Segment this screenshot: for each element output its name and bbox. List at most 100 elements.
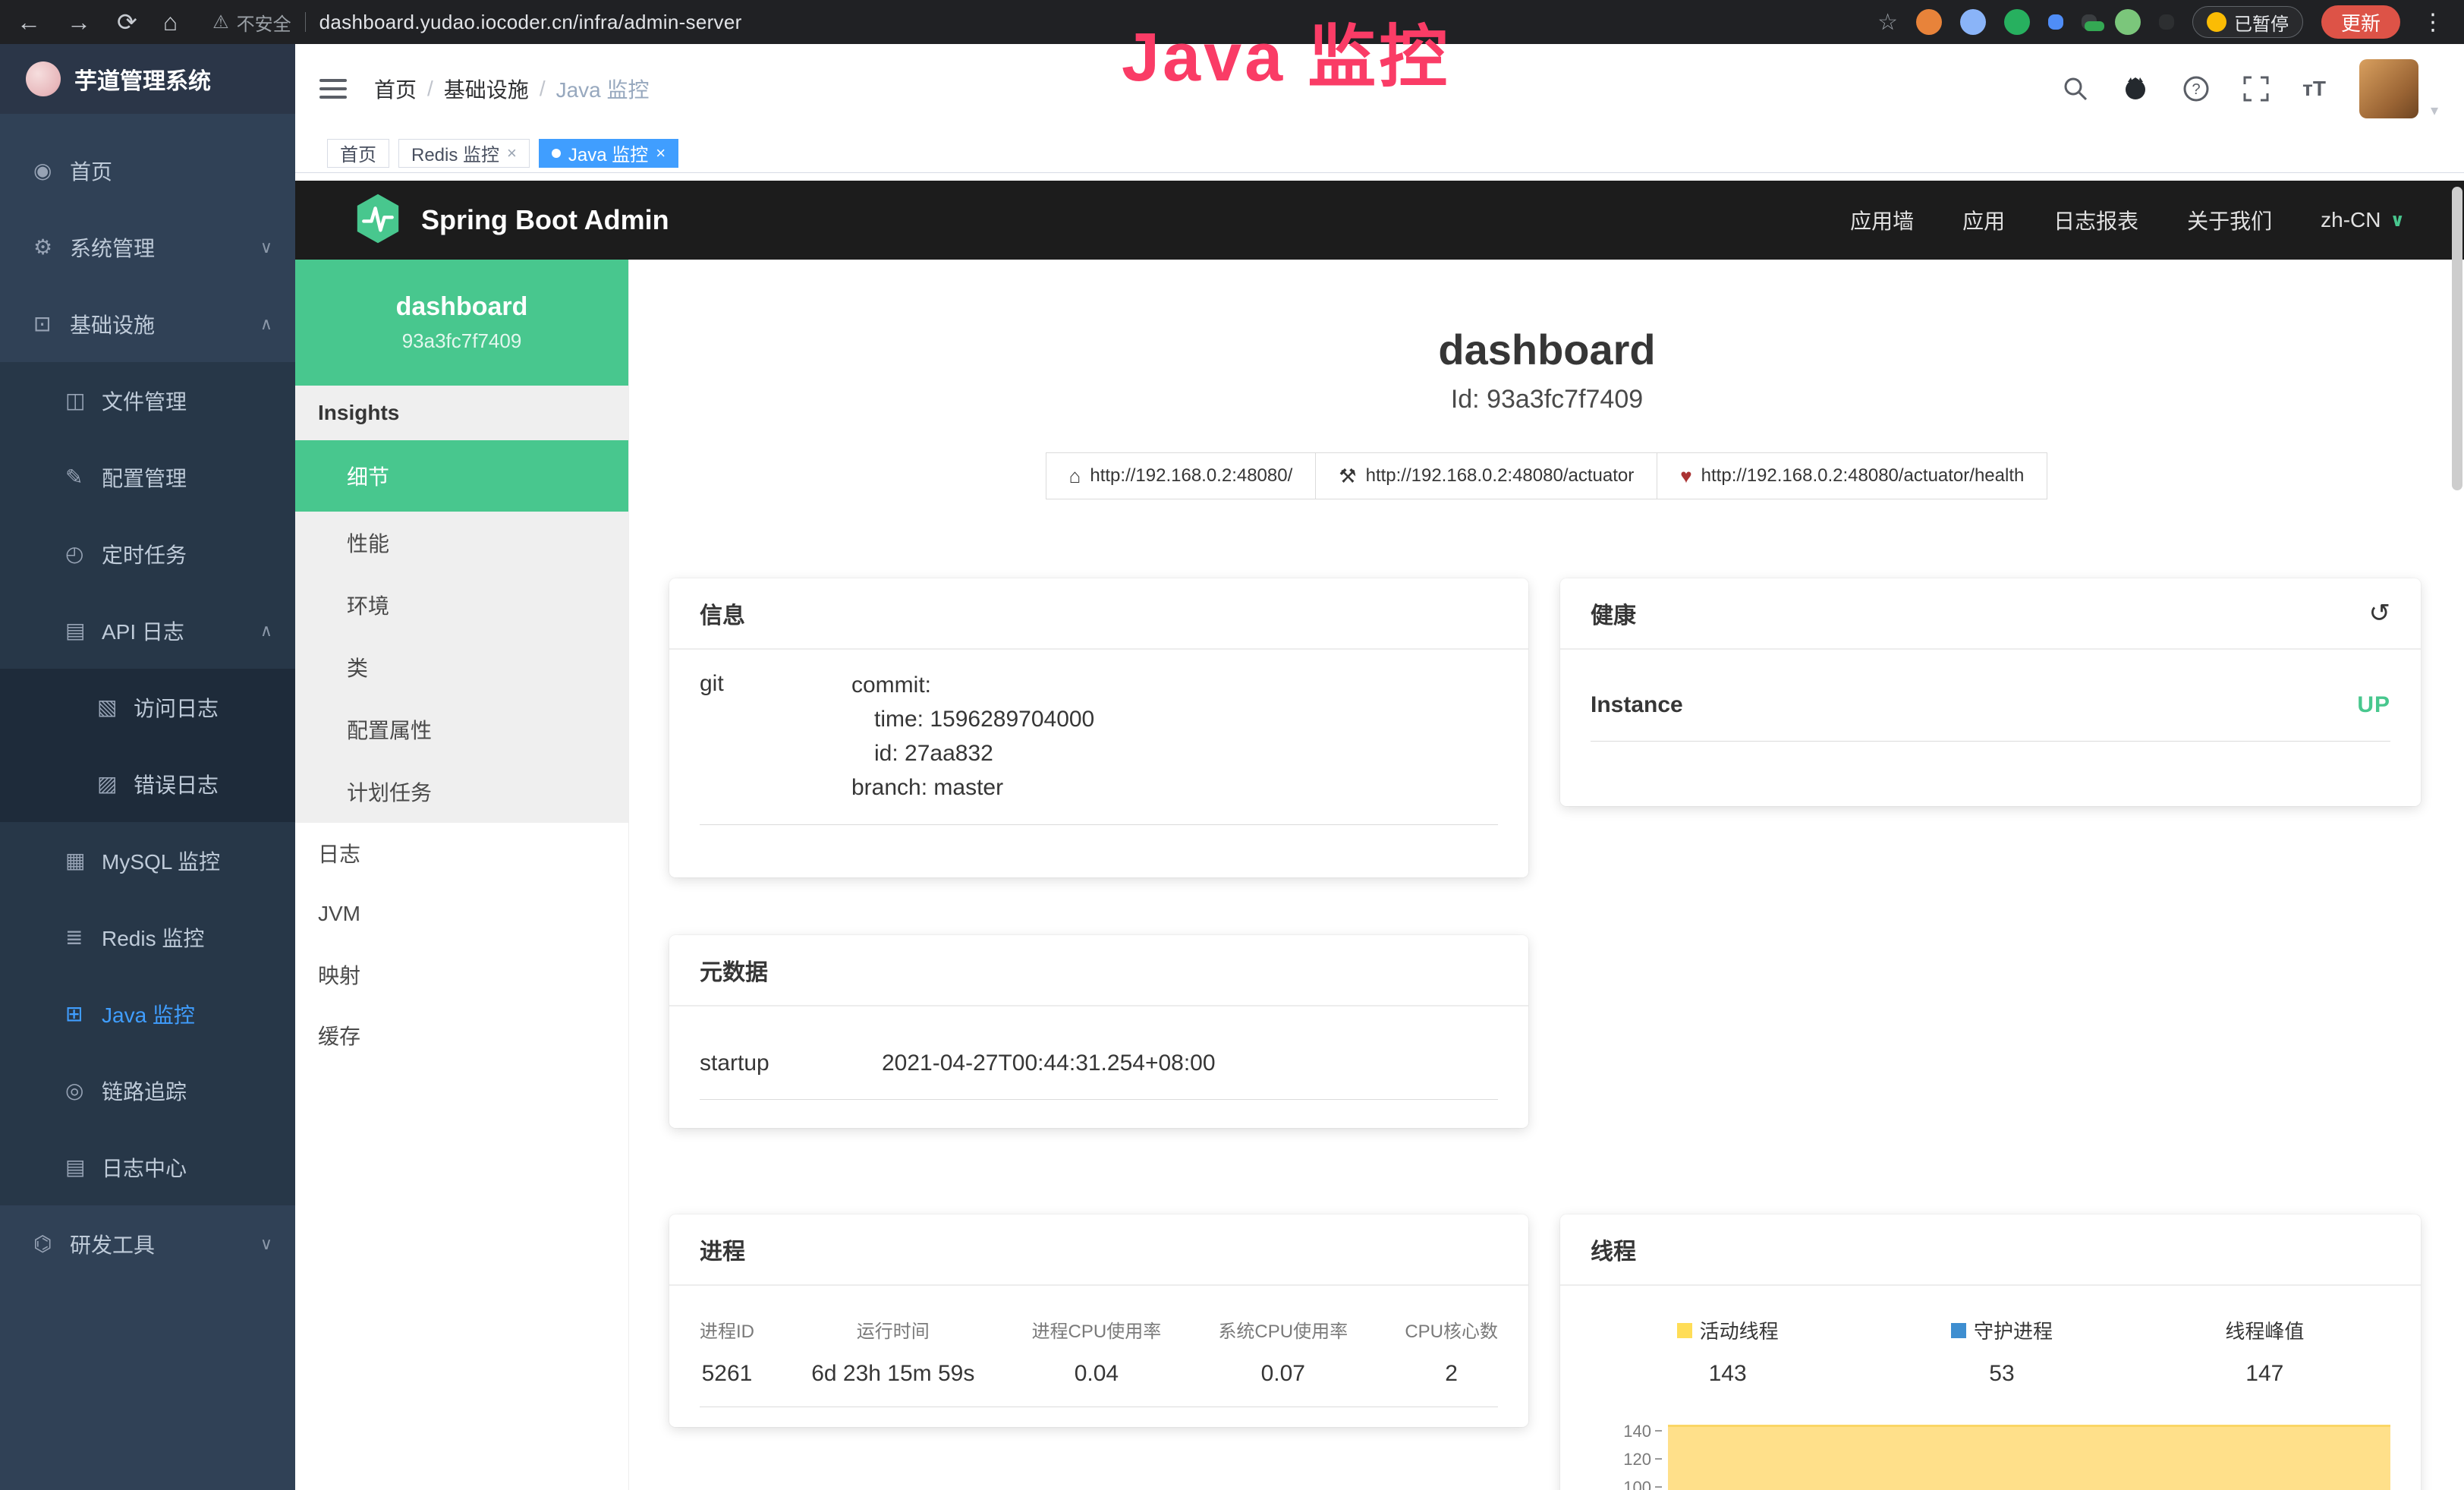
tab-home[interactable]: 首页: [327, 139, 389, 168]
gear-icon: ⚙: [33, 235, 70, 260]
tab-label: Java 监控: [568, 140, 648, 166]
metadata-row: startup 2021-04-27T00:44:31.254+08:00: [700, 1051, 1498, 1100]
trace-icon: ◎: [65, 1078, 102, 1103]
home-button[interactable]: ⌂: [163, 8, 178, 36]
health-row[interactable]: Instance UP: [1591, 692, 2390, 742]
sidebar-item-home[interactable]: ◉ 首页: [0, 132, 295, 209]
sidebar-item-label: API 日志: [102, 616, 184, 646]
tab-redis[interactable]: Redis 监控 ×: [398, 139, 530, 168]
side-item-environment[interactable]: 环境: [295, 574, 628, 636]
sidebar-item-error-log[interactable]: ▨ 错误日志: [0, 745, 295, 822]
sidebar-item-devtools[interactable]: ⌬ 研发工具 ∨: [0, 1205, 295, 1282]
font-size-icon[interactable]: тT: [2302, 77, 2326, 101]
back-button[interactable]: ←: [17, 8, 41, 36]
forward-button[interactable]: →: [67, 8, 91, 36]
legend-item-peak: 线程峰值 147: [2225, 1316, 2304, 1387]
side-item-logs[interactable]: 日志: [295, 823, 628, 884]
sidebar-item-java[interactable]: ⊞ Java 监控: [0, 975, 295, 1052]
chevron-down-icon: ∨: [260, 1234, 272, 1254]
process-col-value: 0.07: [1218, 1361, 1348, 1387]
sba-nav-wallboard[interactable]: 应用墙: [1850, 205, 1914, 235]
sba-nav-journal[interactable]: 日志报表: [2053, 205, 2138, 235]
tab-java[interactable]: Java 监控 ×: [539, 139, 678, 168]
legend-item-active: 活动线程 143: [1677, 1316, 1779, 1387]
side-item-classes[interactable]: 类: [295, 636, 628, 698]
sba-nav-applications[interactable]: 应用: [1962, 205, 2005, 235]
sidebar-item-api-log[interactable]: ▤ API 日志 ∧: [0, 592, 295, 669]
side-item-caches[interactable]: 缓存: [295, 1005, 628, 1066]
sba-frame: Spring Boot Admin 应用墙 应用 日志报表 关于我们 zh-CN…: [295, 173, 2464, 1490]
github-icon[interactable]: [2122, 76, 2149, 102]
sidebar-item-cron[interactable]: ◴ 定时任务: [0, 515, 295, 592]
extension-icon[interactable]: [2048, 14, 2063, 30]
fullscreen-icon[interactable]: [2243, 76, 2269, 102]
process-col-value: 6d 23h 15m 59s: [811, 1361, 974, 1387]
tabs-view: 首页 Redis 监控 × Java 监控 ×: [295, 134, 2464, 173]
extension-icon[interactable]: [1960, 9, 1986, 35]
breadcrumb-section[interactable]: 基础设施: [444, 74, 529, 104]
card-title: 元数据: [700, 953, 768, 987]
side-item-jvm[interactable]: JVM: [295, 884, 628, 944]
heart-icon: ♥: [1680, 465, 1691, 488]
metadata-value: 2021-04-27T00:44:31.254+08:00: [882, 1051, 1216, 1076]
side-item-scheduled-tasks[interactable]: 计划任务: [295, 761, 628, 823]
insights-label: Insights: [295, 386, 628, 440]
sidebar-item-label: 首页: [70, 156, 112, 186]
scrollbar[interactable]: [2452, 187, 2462, 490]
extension-icon[interactable]: [2159, 14, 2174, 30]
sidebar-item-system[interactable]: ⚙ 系统管理 ∨: [0, 209, 295, 285]
extension-icon[interactable]: [2082, 14, 2097, 30]
bookmark-star-icon[interactable]: ☆: [1877, 9, 1898, 36]
info-line: time: 1596289704000: [851, 702, 1094, 736]
breadcrumb-home[interactable]: 首页: [374, 74, 417, 104]
tab-label: Redis 监控: [411, 140, 499, 166]
instance-header[interactable]: dashboard 93a3fc7f7409: [295, 260, 628, 386]
info-row-git: git commit: time: 1596289704000 id: 27aa…: [700, 668, 1498, 825]
sba-nav-about[interactable]: 关于我们: [2187, 205, 2272, 235]
log-center-icon: ▤: [65, 1155, 102, 1180]
address-bar[interactable]: ⚠ 不安全 dashboard.yudao.iocoder.cn/infra/a…: [212, 9, 741, 36]
search-icon[interactable]: [2063, 76, 2088, 102]
close-icon[interactable]: ×: [656, 143, 666, 163]
dashboard-icon: ◉: [33, 158, 70, 183]
hamburger-icon[interactable]: [319, 77, 347, 100]
sba-main: dashboard Id: 93a3fc7f7409 ⌂ http://192.…: [630, 260, 2464, 1490]
sidebar-item-config[interactable]: ✎ 配置管理: [0, 439, 295, 515]
sidebar-item-mysql[interactable]: ▦ MySQL 监控: [0, 822, 295, 899]
y-tick: 120: [1591, 1445, 1651, 1473]
side-item-details[interactable]: 细节: [295, 440, 628, 512]
extension-icon[interactable]: [1916, 9, 1942, 35]
paused-badge[interactable]: 已暂停: [2192, 6, 2303, 38]
browser-menu-button[interactable]: ⋮: [2418, 9, 2447, 36]
legend-value: 53: [1951, 1361, 2053, 1387]
history-icon[interactable]: ↺: [2369, 598, 2391, 628]
help-icon[interactable]: ?: [2182, 75, 2210, 102]
extension-icon[interactable]: [2004, 9, 2030, 35]
link-chip-actuator[interactable]: ⚒ http://192.168.0.2:48080/actuator: [1315, 452, 1657, 499]
extension-icon[interactable]: [2115, 9, 2141, 35]
sidebar-item-redis[interactable]: ≣ Redis 监控: [0, 899, 295, 975]
update-button[interactable]: 更新: [2321, 5, 2400, 39]
side-item-performance[interactable]: 性能: [295, 512, 628, 574]
locale-selector[interactable]: zh-CN ∨: [2321, 208, 2405, 232]
mysql-icon: ▦: [65, 848, 102, 873]
sidebar-item-access-log[interactable]: ▧ 访问日志: [0, 669, 295, 745]
link-chip-root[interactable]: ⌂ http://192.168.0.2:48080/: [1046, 452, 1317, 499]
link-chip-health[interactable]: ♥ http://192.168.0.2:48080/actuator/heal…: [1657, 452, 2047, 499]
avatar-caret-icon[interactable]: ▾: [2431, 101, 2438, 120]
process-col-value: 5261: [700, 1361, 754, 1387]
refresh-button[interactable]: ⟳: [117, 8, 137, 36]
chart-y-axis: 140 120 100: [1591, 1417, 1651, 1490]
side-item-mappings[interactable]: 映射: [295, 944, 628, 1005]
sidebar-item-trace[interactable]: ◎ 链路追踪: [0, 1052, 295, 1129]
sidebar-item-infra[interactable]: ⊡ 基础设施 ∧: [0, 285, 295, 362]
side-item-config-props[interactable]: 配置属性: [295, 698, 628, 761]
process-col: CPU核心数 2: [1405, 1316, 1498, 1387]
active-dot: [552, 149, 561, 158]
close-icon[interactable]: ×: [507, 143, 517, 163]
metadata-card: 元数据 startup 2021-04-27T00:44:31.254+08:0…: [669, 935, 1528, 1128]
sidebar-item-log-center[interactable]: ▤ 日志中心: [0, 1129, 295, 1205]
user-avatar[interactable]: [2359, 59, 2418, 118]
sidebar-item-file[interactable]: ◫ 文件管理: [0, 362, 295, 439]
app-logo-row[interactable]: 芋道管理系统: [0, 44, 295, 114]
